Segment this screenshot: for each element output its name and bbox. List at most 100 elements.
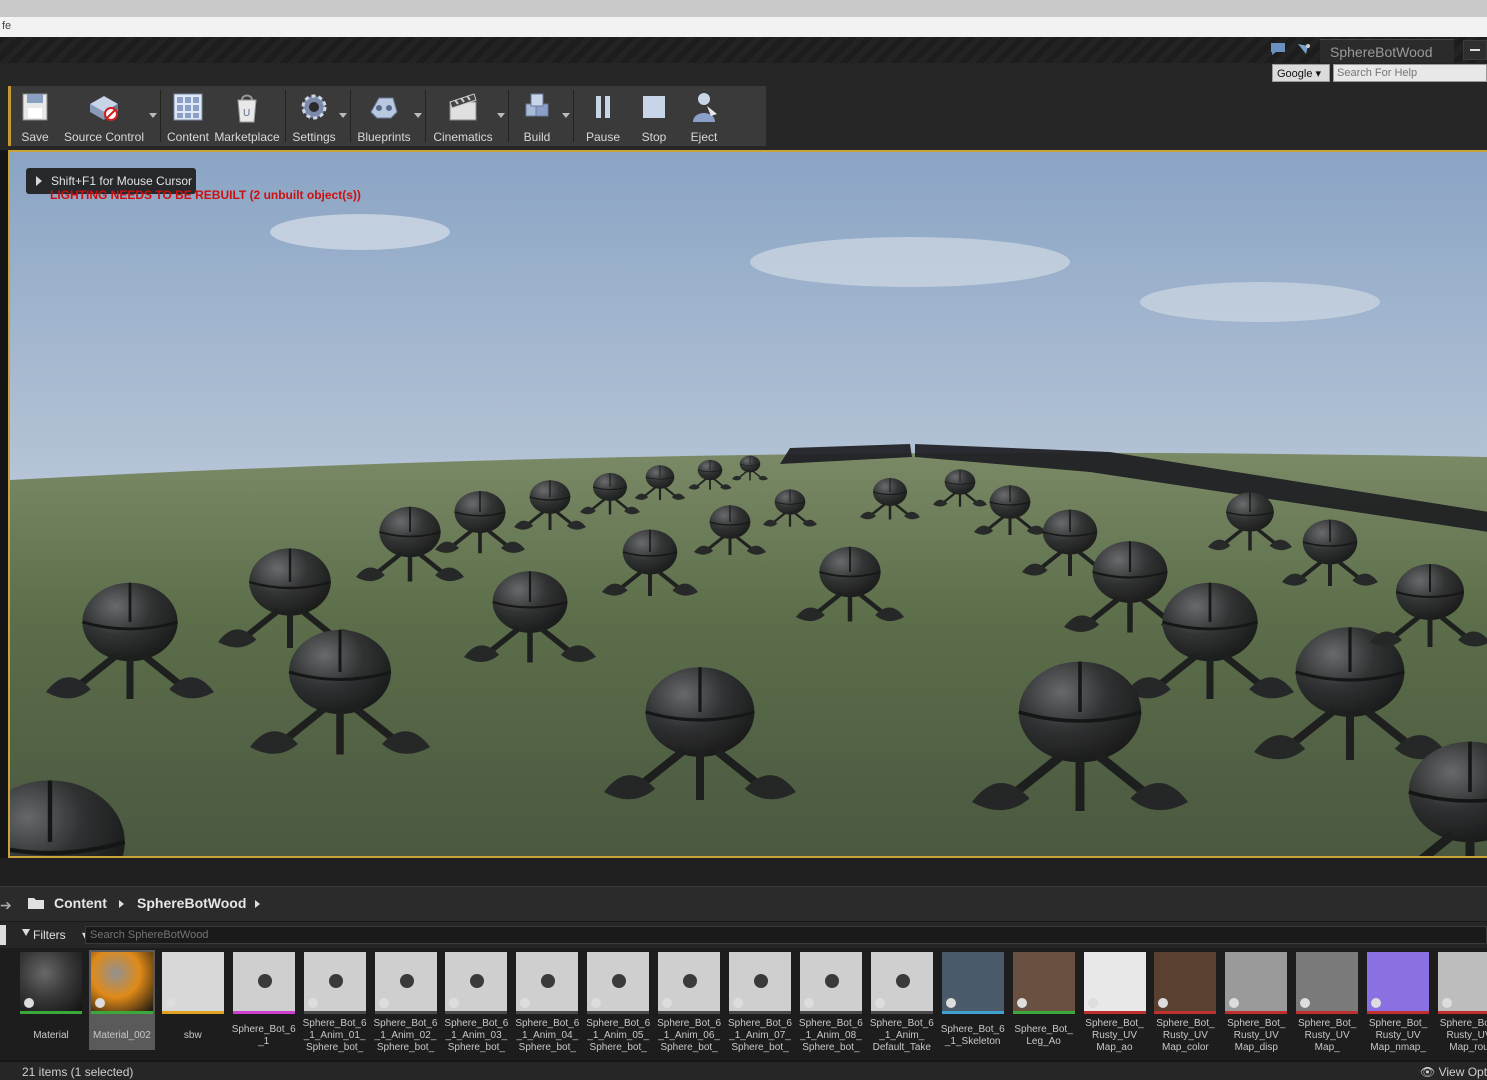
asset-thumbnail — [870, 952, 933, 1012]
build-icon — [525, 93, 549, 117]
asset-tile[interactable]: Sphere_Bot_6 _1_Anim_05_ Sphere_bot_ — [585, 950, 651, 1053]
cinematics-dropdown[interactable] — [497, 112, 505, 118]
cinematics-button[interactable]: Cinematics — [429, 86, 497, 146]
asset-thumbnail — [445, 952, 508, 1012]
asset-type-bar — [1367, 1011, 1430, 1014]
asset-tile[interactable]: Sphere_Bot_ Rusty_UV Map_ — [1294, 950, 1360, 1053]
mesh-preview-icon — [470, 974, 485, 988]
asset-tile[interactable]: Sphere_Bot_6 _1 — [231, 950, 297, 1050]
minimize-button[interactable] — [1463, 40, 1487, 60]
asset-tile[interactable]: Sphere_Bot_6 _1_Anim_02_ Sphere_bot_ — [373, 950, 439, 1053]
asset-thumbnail — [1225, 952, 1288, 1012]
content-button[interactable]: Content — [164, 86, 212, 146]
breadcrumb-folder[interactable]: SphereBotWood — [137, 895, 246, 911]
main-toolbar: Save Source Control Content U Marketplac… — [8, 86, 766, 146]
separator — [350, 90, 351, 142]
pause-icon — [596, 96, 610, 118]
content-breadcrumb: ➔ Content SphereBotWood — [0, 886, 1487, 922]
build-dropdown[interactable] — [562, 112, 570, 118]
save-button[interactable]: Save — [11, 86, 59, 146]
asset-tile[interactable]: Sphere_Bot_6 _1_Anim_07_ Sphere_bot_ — [727, 950, 793, 1053]
content-icon — [173, 93, 203, 121]
settings-dropdown[interactable] — [339, 112, 347, 118]
asset-type-bar — [1296, 1011, 1359, 1014]
asset-thumbnail — [516, 952, 579, 1012]
search-engine-select[interactable]: Google ▾ — [1272, 64, 1330, 82]
folder-icon — [28, 898, 44, 909]
help-bar: Google ▾ — [0, 63, 1487, 84]
settings-button[interactable]: Settings — [289, 86, 339, 146]
asset-tile[interactable]: Material — [18, 950, 84, 1050]
blueprints-button[interactable]: Blueprints — [354, 86, 414, 146]
asset-tile[interactable]: Material_002 — [88, 950, 155, 1050]
build-button[interactable]: Build — [512, 86, 562, 146]
asset-tile[interactable]: Sphere_Bot_ Rusty_UV Map_color — [1152, 950, 1218, 1053]
asset-thumbnail — [1367, 952, 1430, 1012]
asset-label: Sphere_Bot_6 _1_Anim_08_ Sphere_bot_ — [798, 1018, 863, 1053]
asset-grid: Material Material_002 sbw Sphere_Bot_6 _1 Sp… — [0, 948, 1487, 1060]
new-asset-star-icon — [1087, 998, 1098, 1008]
asset-label: Sphere_Bot_ Rusty_UV Map_ — [1297, 1018, 1357, 1053]
asset-label: Sphere_Bot_6 _1_Anim_06_ Sphere_bot_ — [657, 1018, 722, 1053]
mesh-preview-icon — [683, 974, 698, 988]
asset-type-bar — [658, 1011, 721, 1014]
asset-type-bar — [1012, 1011, 1075, 1014]
asset-type-bar — [90, 1011, 153, 1014]
stop-button[interactable]: Stop — [629, 86, 679, 146]
breadcrumb-chevron-icon[interactable] — [119, 900, 124, 908]
asset-tile[interactable]: Sphere_Bot_6 _1_Anim_08_ Sphere_bot_ — [798, 950, 864, 1053]
asset-search-input[interactable] — [85, 926, 1487, 944]
asset-tile[interactable]: Sphere_Bot_6 _1_Skeleton — [940, 950, 1006, 1050]
title-bar: SphereBotWood — [0, 37, 1487, 64]
asset-tile[interactable]: Sphere_Bot_6 _1_Anim_ Default_Take — [869, 950, 935, 1053]
breadcrumb-content[interactable]: Content — [54, 895, 107, 911]
blueprints-dropdown[interactable] — [414, 112, 422, 118]
asset-thumbnail — [658, 952, 721, 1012]
filters-button[interactable]: Filters▾ — [18, 925, 88, 945]
mesh-preview-icon — [257, 974, 272, 988]
asset-thumbnail — [1296, 952, 1359, 1012]
mesh-preview-icon — [328, 974, 343, 988]
asset-thumbnail — [161, 952, 224, 1012]
asset-thumbnail — [374, 952, 437, 1012]
project-tab[interactable]: SphereBotWood — [1320, 39, 1454, 64]
feedback-icon[interactable] — [1296, 42, 1312, 56]
asset-type-bar — [587, 1011, 650, 1014]
asset-type-bar — [941, 1011, 1004, 1014]
asset-tile[interactable]: Sphere_Bot_ Rusty_UV Map_rou — [1436, 950, 1487, 1053]
view-options-button[interactable]: 👁 View Opt — [1420, 1065, 1487, 1079]
asset-tile[interactable]: Sphere_Bot_ Rusty_UV Map_ao — [1082, 950, 1148, 1053]
pause-button[interactable]: Pause — [577, 86, 629, 146]
asset-tile[interactable]: Sphere_Bot_6 _1_Anim_03_ Sphere_bot_ — [443, 950, 509, 1053]
asset-tile[interactable]: Sphere_Bot_ Rusty_UV Map_disp — [1223, 950, 1289, 1053]
level-viewport[interactable]: Shift+F1 for Mouse Cursor LIGHTING NEEDS… — [8, 150, 1487, 858]
asset-tile[interactable]: Sphere_Bot_ Rusty_UV Map_nmap_ — [1365, 950, 1431, 1053]
title-icons — [1270, 42, 1312, 56]
source-control-button[interactable]: Source Control — [59, 86, 149, 146]
asset-tile[interactable]: Sphere_Bot_6 _1_Anim_04_ Sphere_bot_ — [514, 950, 580, 1053]
source-control-dropdown[interactable] — [149, 112, 157, 118]
asset-tile[interactable]: sbw — [160, 950, 226, 1050]
toolbar-area: Save Source Control Content U Marketplac… — [0, 84, 1487, 150]
separator — [285, 90, 286, 142]
asset-tile[interactable]: Sphere_Bot_ Leg_Ao — [1011, 950, 1077, 1050]
asset-tile[interactable]: Sphere_Bot_6 _1_Anim_01_ Sphere_bot_ — [302, 950, 368, 1053]
asset-type-bar — [1083, 1011, 1146, 1014]
eject-button[interactable]: Eject — [679, 86, 729, 146]
history-arrow-icon[interactable]: ➔ — [0, 897, 12, 914]
mesh-preview-icon — [824, 974, 839, 988]
new-asset-star-icon — [1229, 998, 1240, 1008]
asset-type-bar — [516, 1011, 579, 1014]
viewport-hint: Shift+F1 for Mouse Cursor — [51, 174, 193, 188]
breadcrumb-chevron-icon[interactable] — [255, 900, 260, 908]
new-asset-star-icon — [94, 998, 105, 1008]
chat-icon[interactable] — [1270, 42, 1286, 56]
help-search-input[interactable] — [1333, 64, 1487, 82]
separator — [508, 90, 509, 142]
asset-tile[interactable]: Sphere_Bot_6 _1_Anim_06_ Sphere_bot_ — [656, 950, 722, 1053]
top-strip — [0, 0, 1487, 17]
asset-thumbnail — [90, 952, 153, 1012]
marketplace-icon: U — [237, 94, 257, 123]
filter-bar: Filters▾ — [0, 922, 1487, 948]
marketplace-button[interactable]: U Marketplace — [212, 86, 282, 146]
